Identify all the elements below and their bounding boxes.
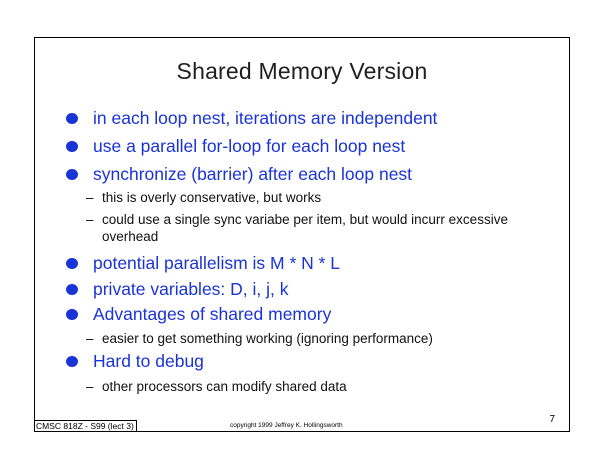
page-number: 7 (549, 414, 555, 425)
dash-icon: – (86, 379, 94, 394)
copyright-footer: copyright 1999 Jeffrey K. Hollingsworth (230, 422, 343, 429)
sub-bullet-text: could use a single sync variabe per item… (102, 212, 508, 244)
course-footer: CMSC 818Z - S99 (lect 3) (34, 420, 137, 432)
dash-icon: – (86, 190, 94, 205)
bullet-dot-icon (66, 258, 78, 269)
bullet-text: Advantages of shared memory (93, 304, 332, 324)
bullet-text: private variables: D, i, j, k (93, 279, 289, 299)
bullet-dot-icon (66, 309, 78, 320)
bullet-text: synchronize (barrier) after each loop ne… (93, 164, 413, 184)
dash-icon: – (86, 331, 94, 346)
bullet-dot-icon (66, 113, 78, 124)
bullet-item: Advantages of shared memory (66, 304, 332, 325)
bullet-dot-icon (66, 356, 78, 367)
sub-bullet-item: – other processors can modify shared dat… (86, 378, 522, 395)
dash-icon: – (86, 212, 94, 227)
bullet-text: use a parallel for-loop for each loop ne… (93, 136, 406, 156)
slide-title: Shared Memory Version (176, 58, 428, 84)
bullet-item: Hard to debug (66, 351, 204, 372)
bullet-item: use a parallel for-loop for each loop ne… (66, 136, 406, 157)
bullet-item: synchronize (barrier) after each loop ne… (66, 164, 413, 185)
sub-bullet-item: – easier to get something working (ignor… (86, 330, 522, 347)
bullet-text: Hard to debug (93, 351, 204, 371)
bullet-item: in each loop nest, iterations are indepe… (66, 108, 438, 129)
bullet-item: potential parallelism is M * N * L (66, 253, 341, 274)
bullet-dot-icon (66, 141, 78, 152)
sub-bullet-item: – could use a single sync variabe per it… (86, 211, 522, 245)
bullet-text: in each loop nest, iterations are indepe… (93, 108, 438, 128)
bullet-dot-icon (66, 169, 78, 180)
bullet-text: potential parallelism is M * N * L (93, 253, 341, 273)
bullet-dot-icon (66, 284, 78, 295)
sub-bullet-item: – this is overly conservative, but works (86, 189, 522, 206)
sub-bullet-text: other processors can modify shared data (102, 379, 347, 394)
sub-bullet-text: this is overly conservative, but works (102, 190, 322, 205)
bullet-item: private variables: D, i, j, k (66, 279, 289, 300)
slide-frame: Shared Memory Version in each loop nest,… (34, 37, 570, 432)
sub-bullet-text: easier to get something working (ignorin… (102, 331, 433, 346)
